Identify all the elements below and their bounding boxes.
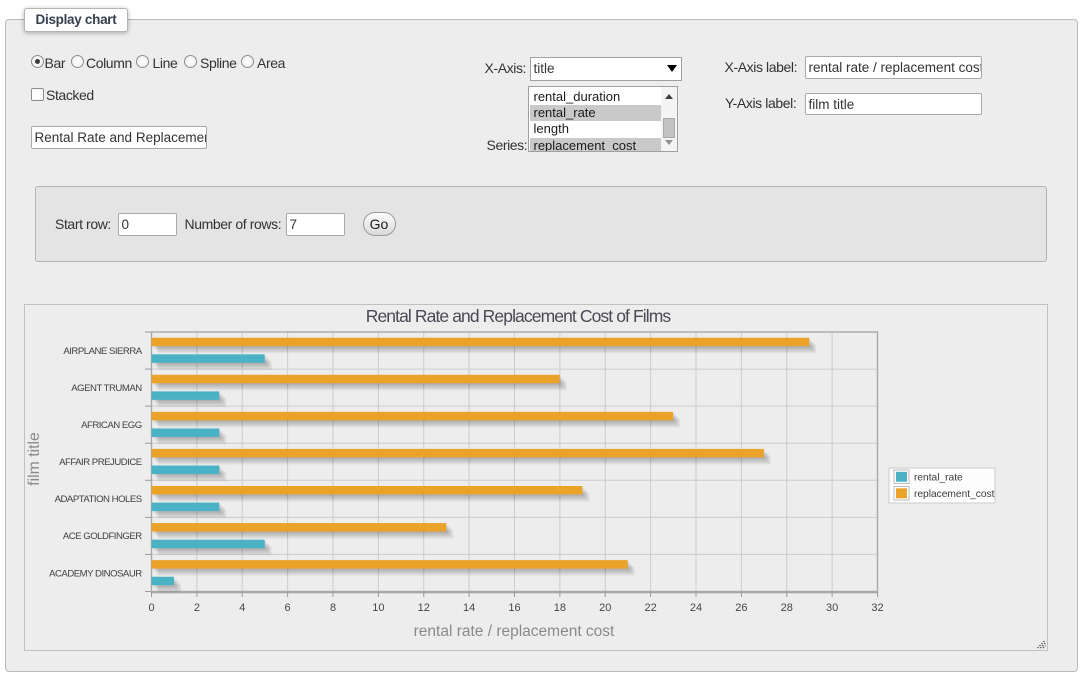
- svg-text:rental_rate: rental_rate: [914, 473, 963, 484]
- svg-text:ACADEMY DINOSAUR: ACADEMY DINOSAUR: [49, 568, 142, 579]
- svg-text:20: 20: [599, 602, 611, 614]
- svg-text:26: 26: [735, 602, 747, 614]
- svg-text:Rental Rate and Replacement Co: Rental Rate and Replacement Cost of Film…: [366, 306, 672, 326]
- svg-text:4: 4: [239, 602, 245, 614]
- svg-text:film title: film title: [26, 432, 43, 486]
- svg-text:30: 30: [826, 602, 838, 614]
- svg-text:32: 32: [871, 602, 883, 614]
- svg-text:16: 16: [508, 602, 520, 614]
- svg-text:0: 0: [148, 602, 154, 614]
- svg-text:6: 6: [285, 602, 291, 614]
- svg-text:22: 22: [644, 602, 656, 614]
- svg-text:rental rate / replacement cost: rental rate / replacement cost: [414, 623, 615, 640]
- svg-text:8: 8: [330, 602, 336, 614]
- svg-text:AFFAIR PREJUDICE: AFFAIR PREJUDICE: [59, 457, 142, 468]
- svg-text:ACE GOLDFINGER: ACE GOLDFINGER: [63, 531, 142, 542]
- svg-text:replacement_cost: replacement_cost: [914, 489, 995, 500]
- svg-text:AFRICAN EGG: AFRICAN EGG: [81, 420, 142, 431]
- svg-text:28: 28: [781, 602, 793, 614]
- svg-text:14: 14: [463, 602, 475, 614]
- svg-text:AGENT TRUMAN: AGENT TRUMAN: [71, 383, 142, 394]
- svg-text:10: 10: [372, 602, 384, 614]
- svg-text:18: 18: [554, 602, 566, 614]
- svg-text:12: 12: [418, 602, 430, 614]
- svg-text:2: 2: [194, 602, 200, 614]
- svg-text:AIRPLANE SIERRA: AIRPLANE SIERRA: [63, 346, 142, 357]
- svg-text:ADAPTATION HOLES: ADAPTATION HOLES: [55, 494, 142, 505]
- svg-text:24: 24: [690, 602, 702, 614]
